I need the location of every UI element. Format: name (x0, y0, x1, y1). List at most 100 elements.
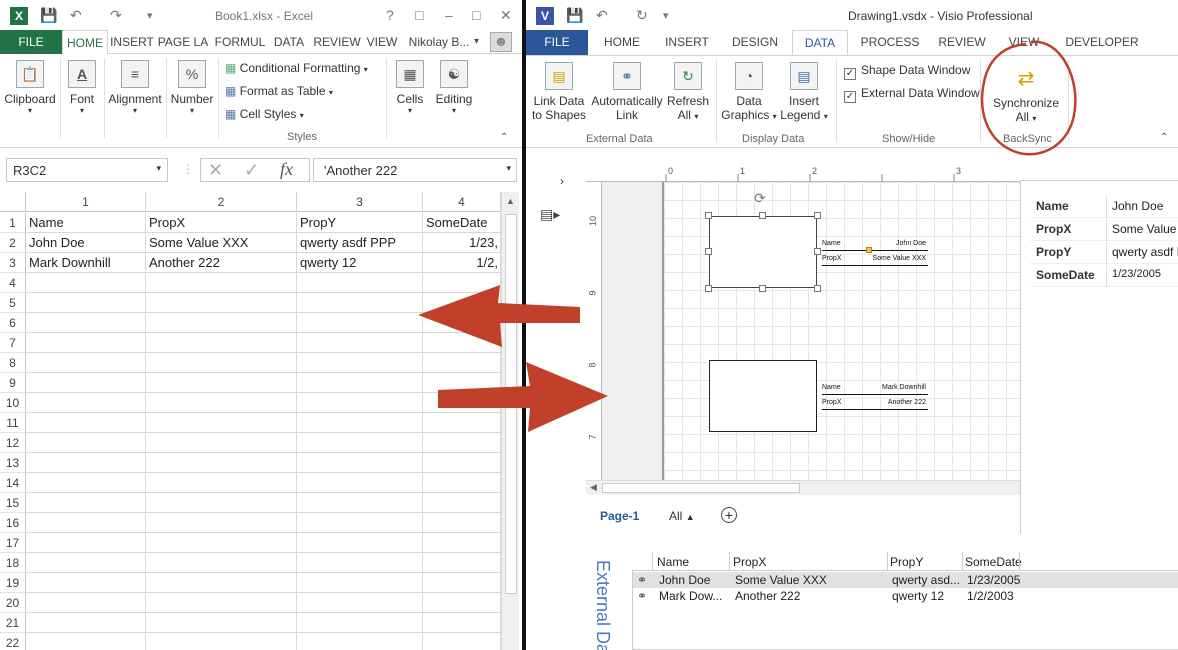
expand-formula-icon[interactable]: ▾ (506, 163, 511, 174)
selection-handle[interactable] (705, 248, 712, 255)
collapse-ribbon-icon[interactable]: ⌃ (1160, 132, 1168, 143)
tab-file[interactable]: FILE (0, 30, 62, 54)
shape-data-value[interactable]: Some Value X (1112, 222, 1178, 236)
row-header[interactable]: 9 (0, 373, 26, 393)
cell[interactable] (146, 493, 297, 513)
selection-handle[interactable] (759, 212, 766, 219)
cell[interactable] (26, 313, 146, 333)
cell[interactable] (26, 433, 146, 453)
data-graphics-button[interactable]: ◔ Data Graphics ▾ (720, 62, 778, 122)
tab-home[interactable]: HOME (596, 30, 648, 55)
row-header[interactable]: 16 (0, 513, 26, 533)
row-header[interactable]: 7 (0, 333, 26, 353)
cell[interactable] (26, 473, 146, 493)
cell[interactable] (297, 533, 423, 553)
cancel-icon[interactable]: ✕ (208, 160, 223, 181)
cell[interactable] (146, 633, 297, 650)
selection-handle[interactable] (705, 212, 712, 219)
undo-icon[interactable]: ↶ (596, 7, 608, 24)
cell[interactable] (297, 273, 423, 293)
user-name[interactable]: Nikolay B... (406, 30, 472, 54)
tab-insert[interactable]: INSERT (660, 30, 714, 55)
cell[interactable] (146, 573, 297, 593)
cell[interactable] (297, 553, 423, 573)
cell[interactable]: John Doe (26, 233, 146, 253)
row-header[interactable]: 22 (0, 633, 26, 650)
shape-data-window-checkbox[interactable]: ✓ Shape Data Window (844, 63, 970, 80)
external-data-window-checkbox[interactable]: ✓ External Data Window (844, 86, 980, 103)
insert-legend-button[interactable]: ▤ Insert Legend ▾ (778, 62, 830, 122)
cell[interactable] (26, 333, 146, 353)
cell[interactable] (297, 573, 423, 593)
cell-selected[interactable]: Another 222 (146, 253, 297, 273)
selection-handle[interactable] (814, 248, 821, 255)
cell[interactable] (26, 593, 146, 613)
scroll-left-icon[interactable]: ◀ (590, 482, 597, 493)
shapes-pane-icon[interactable]: ▤▸ (540, 206, 560, 223)
page-tab-page-1[interactable]: Page-1 (600, 509, 639, 523)
formula-bar-grip[interactable]: ⋮ (182, 162, 194, 176)
shape-data-row[interactable]: PropY qwerty asdf P (1030, 242, 1178, 264)
cell[interactable] (297, 493, 423, 513)
row-header[interactable]: 20 (0, 593, 26, 613)
scroll-thumb[interactable] (602, 483, 800, 493)
cell[interactable] (297, 413, 423, 433)
cell[interactable] (297, 433, 423, 453)
font-button[interactable]: A Font ▾ (62, 60, 102, 115)
cell[interactable] (146, 373, 297, 393)
add-page-icon[interactable]: + (721, 507, 737, 523)
cell[interactable] (146, 593, 297, 613)
insert-function-icon[interactable]: fx (280, 159, 293, 180)
tab-insert[interactable]: INSERT (110, 30, 154, 54)
row-header[interactable]: 10 (0, 393, 26, 413)
cell[interactable] (297, 473, 423, 493)
tab-file[interactable]: FILE (526, 30, 588, 55)
row-header[interactable]: 17 (0, 533, 26, 553)
alignment-button[interactable]: ≡ Alignment ▾ (106, 60, 164, 115)
selection-handle[interactable] (705, 285, 712, 292)
cell[interactable] (297, 513, 423, 533)
cell[interactable] (297, 633, 423, 650)
tab-process[interactable]: PROCESS (858, 30, 922, 55)
cell[interactable] (146, 393, 297, 413)
cell[interactable] (297, 353, 423, 373)
cell[interactable] (146, 413, 297, 433)
cell[interactable] (423, 513, 501, 533)
selection-handle[interactable] (759, 285, 766, 292)
cell[interactable] (26, 553, 146, 573)
cell[interactable] (297, 373, 423, 393)
cell[interactable]: Name (26, 213, 146, 233)
ext-col-header[interactable]: SomeDate (965, 555, 1022, 569)
save-icon[interactable]: 💾 (40, 7, 57, 24)
selection-handle[interactable] (814, 212, 821, 219)
rectangle-shape[interactable] (709, 360, 817, 432)
cell[interactable] (423, 633, 501, 650)
ext-col-header[interactable]: PropX (733, 555, 766, 569)
cell[interactable] (26, 573, 146, 593)
ext-col-header[interactable]: PropY (890, 555, 923, 569)
tab-page-layout[interactable]: PAGE LA (156, 30, 210, 54)
avatar[interactable]: ☻ (490, 32, 512, 52)
shape-data-row[interactable]: PropX Some Value X (1030, 219, 1178, 241)
rectangle-shape-selected[interactable] (709, 216, 817, 288)
cell[interactable]: qwerty asdf PPP (297, 233, 423, 253)
shape-data-row[interactable]: SomeDate 1/23/2005 (1030, 265, 1178, 287)
close-button[interactable]: ✕ (500, 7, 512, 24)
cell[interactable] (297, 593, 423, 613)
rotate-handle-icon[interactable]: ⟳ (754, 190, 766, 207)
row-header[interactable]: 5 (0, 293, 26, 313)
cell[interactable] (297, 293, 423, 313)
cell[interactable] (26, 413, 146, 433)
editing-button[interactable]: ☯ Editing ▾ (432, 60, 476, 115)
chevron-down-icon[interactable]: ▾ (474, 36, 479, 47)
format-as-table-button[interactable]: ▦ Format as Table ▾ (225, 84, 333, 98)
cell[interactable]: Mark Downhill (26, 253, 146, 273)
cell[interactable]: PropX (146, 213, 297, 233)
column-header[interactable]: 1 (26, 192, 146, 212)
shape-data-row[interactable]: Name John Doe (1030, 196, 1178, 218)
tab-design[interactable]: DESIGN (728, 30, 782, 55)
cell[interactable]: SomeDate (423, 213, 501, 233)
redo-icon[interactable]: ↷ (110, 7, 122, 24)
collapse-ribbon-icon[interactable]: ⌃ (500, 132, 508, 143)
shape-data-value[interactable]: John Doe (1112, 199, 1163, 213)
